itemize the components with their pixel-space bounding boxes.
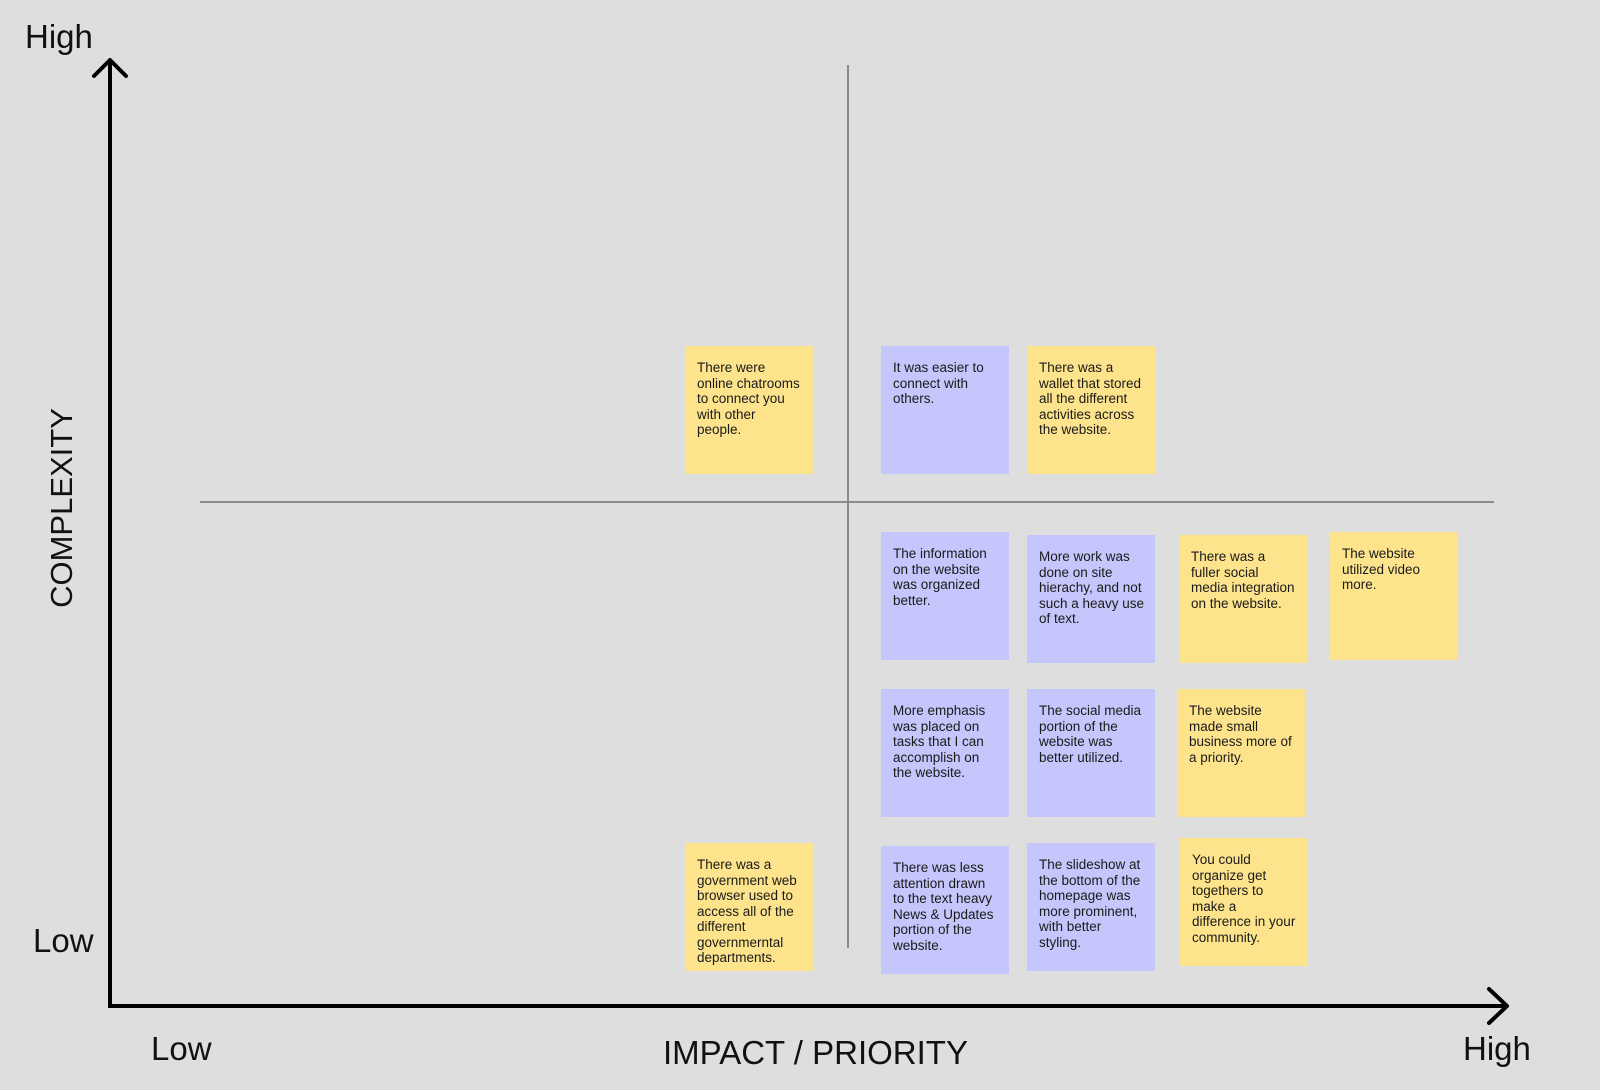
- sticky-note[interactable]: There were online chatrooms to connect y…: [685, 346, 813, 474]
- sticky-note[interactable]: There was a wallet that stored all the d…: [1027, 346, 1155, 474]
- y-axis-high-label: High: [25, 18, 93, 55]
- x-axis-title: IMPACT / PRIORITY: [663, 1034, 968, 1071]
- sticky-note[interactable]: The social media portion of the website …: [1027, 689, 1155, 817]
- y-axis-low-label: Low: [33, 922, 94, 959]
- sticky-note[interactable]: The information on the website was organ…: [881, 532, 1009, 660]
- sticky-note[interactable]: You could organize get togethers to make…: [1180, 838, 1308, 966]
- sticky-note[interactable]: More emphasis was placed on tasks that I…: [881, 689, 1009, 817]
- sticky-note[interactable]: The slideshow at the bottom of the homep…: [1027, 843, 1155, 971]
- sticky-note[interactable]: The website made small business more of …: [1177, 689, 1305, 817]
- sticky-note[interactable]: The website utilized video more.: [1330, 532, 1458, 660]
- sticky-note[interactable]: There was less attention drawn to the te…: [881, 846, 1009, 974]
- sticky-note[interactable]: More work was done on site hierachy, and…: [1027, 535, 1155, 663]
- x-axis-low-label: Low: [151, 1030, 212, 1067]
- x-axis-high-label: High: [1463, 1030, 1531, 1067]
- sticky-note[interactable]: There was a government web browser used …: [685, 843, 813, 971]
- sticky-note[interactable]: There was a fuller social media integrat…: [1179, 535, 1307, 663]
- y-axis-title: COMPLEXITY: [44, 408, 79, 608]
- sticky-note[interactable]: It was easier to connect with others.: [881, 346, 1009, 474]
